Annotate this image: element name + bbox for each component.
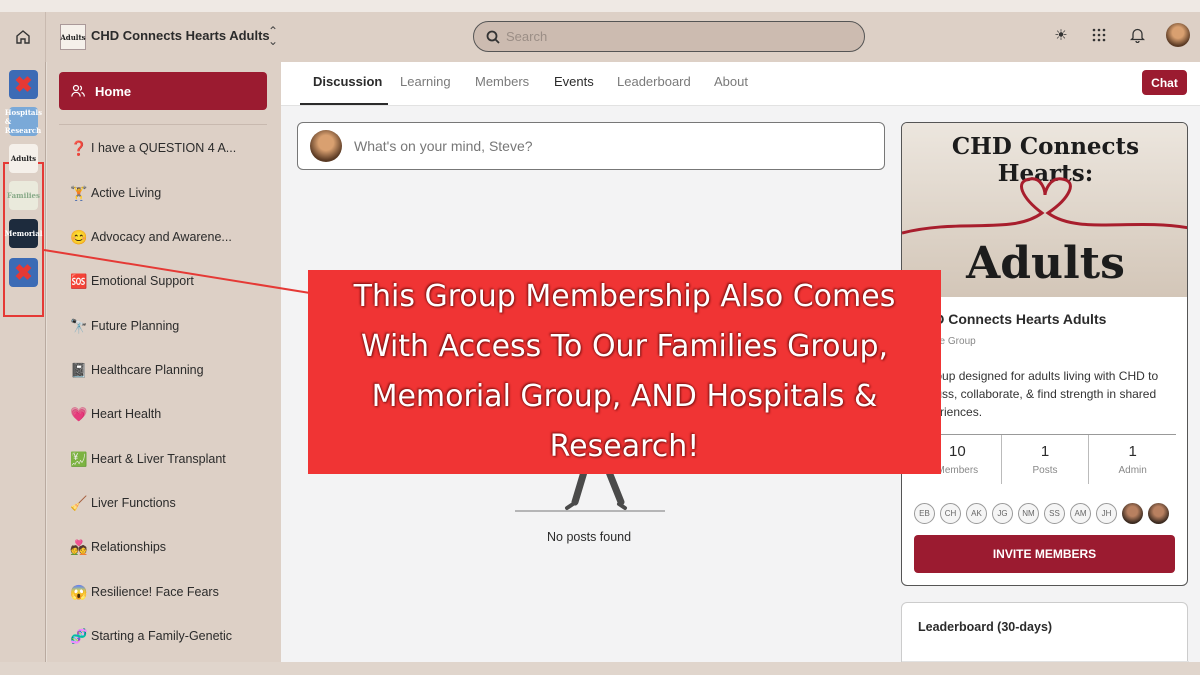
member-avatar[interactable]: JH — [1096, 503, 1117, 524]
sidebar-item-label: Healthcare Planning — [91, 363, 204, 377]
composer-placeholder: What's on your mind, Steve? — [354, 138, 533, 154]
group-stats: 10 Members 1 Posts 1 Admin — [914, 434, 1176, 484]
notebook-icon: 📓 — [70, 361, 88, 378]
rail-group-families[interactable]: Families — [7, 181, 40, 210]
sidebar-item-active-living[interactable]: 🏋 Active Living — [69, 183, 161, 203]
home-icon[interactable] — [0, 12, 46, 62]
stat-admin[interactable]: 1 Admin — [1089, 435, 1176, 484]
channel-sidebar: Home ❓ I have a QUESTION 4 A... 🏋 Active L… — [47, 62, 281, 662]
sidebar-item-relationships[interactable]: 💑 Relationships — [69, 537, 166, 557]
group-name[interactable]: CHD Connects Hearts Adults — [91, 28, 270, 43]
chat-button[interactable]: Chat — [1142, 70, 1187, 95]
avatar — [310, 130, 342, 162]
sidebar-item-advocacy[interactable]: 😊 Advocacy and Awarene... — [69, 227, 232, 247]
sidebar-item-starting-family[interactable]: 🧬 Starting a Family-Genetic — [69, 626, 232, 646]
close-x-icon[interactable]: ✖ — [9, 70, 38, 99]
smile-icon: 😊 — [70, 228, 88, 245]
promo-text: This Group Membership Also Comes With Ac… — [353, 279, 896, 464]
tab-learning[interactable]: Learning — [400, 74, 451, 89]
broom-icon: 🧹 — [70, 494, 88, 511]
group-rail: ✖ Hospitals & Research Adults Families M… — [0, 62, 46, 662]
telescope-icon: 🔭 — [70, 317, 88, 334]
couple-icon: 💑 — [70, 538, 88, 555]
member-avatar[interactable]: CH — [940, 503, 961, 524]
sidebar-item-label: Heart & Liver Transplant — [91, 452, 226, 466]
rail-group-hospitals[interactable]: Hospitals & Research — [5, 107, 42, 136]
sidebar-item-resilience[interactable]: 😱 Resilience! Face Fears — [69, 582, 219, 602]
weightlifter-icon: 🏋 — [70, 184, 88, 201]
tab-about[interactable]: About — [714, 74, 748, 89]
sidebar-item-future-planning[interactable]: 🔭 Future Planning — [69, 316, 179, 336]
group-title: CHD Connects Hearts Adults — [914, 311, 1107, 327]
member-avatar[interactable]: AK — [966, 503, 987, 524]
sidebar-item-healthcare-planning[interactable]: 📓 Healthcare Planning — [69, 360, 204, 380]
sidebar-item-label: Advocacy and Awarene... — [91, 230, 232, 244]
close-x-icon[interactable]: ✖ — [9, 258, 38, 287]
sidebar-item-label: Starting a Family-Genetic — [91, 629, 233, 643]
tab-members[interactable]: Members — [475, 74, 529, 89]
promo-banner: This Group Membership Also Comes With Ac… — [308, 270, 941, 474]
heart-icon: 💗 — [70, 405, 88, 422]
active-tab-indicator — [300, 103, 388, 105]
banner-subtitle: Adults — [966, 238, 1125, 289]
dna-icon: 🧬 — [70, 627, 88, 644]
sidebar-item-label: Active Living — [91, 186, 162, 200]
group-info-card: CHD Connects Hearts: Adults CHD Connects… — [901, 122, 1188, 586]
sidebar-item-question[interactable]: ❓ I have a QUESTION 4 A... — [69, 138, 236, 158]
sun-icon[interactable]: ☀ — [1052, 26, 1070, 44]
search-icon — [486, 30, 500, 44]
chevron-updown-icon[interactable]: ⌃ ⌄ — [268, 25, 278, 47]
bottom-strip — [0, 662, 1200, 675]
member-avatar[interactable]: NM — [1018, 503, 1039, 524]
empty-feed-text: No posts found — [547, 530, 632, 544]
people-icon — [71, 84, 85, 97]
member-avatars: EB CH AK JG NM SS AM JH — [914, 503, 1169, 524]
stat-posts[interactable]: 1 Posts — [1002, 435, 1090, 484]
member-avatar[interactable]: SS — [1044, 503, 1065, 524]
rail-group-adults[interactable]: Adults — [9, 144, 38, 173]
member-avatar[interactable]: EB — [914, 503, 935, 524]
sidebar-item-liver-functions[interactable]: 🧹 Liver Functions — [69, 493, 176, 513]
user-avatar[interactable] — [1166, 23, 1190, 47]
member-avatar[interactable]: JG — [992, 503, 1013, 524]
tab-events[interactable]: Events — [554, 74, 594, 89]
tab-bar: Discussion Learning Members Events Leade… — [281, 62, 1200, 106]
sidebar-item-label: Future Planning — [91, 319, 180, 333]
group-banner: CHD Connects Hearts: Adults — [902, 123, 1187, 297]
sidebar-item-heart-health[interactable]: 💗 Heart Health — [69, 404, 161, 424]
member-avatar-photo[interactable] — [1148, 503, 1169, 524]
search-input[interactable] — [506, 29, 846, 44]
member-avatar[interactable]: AM — [1070, 503, 1091, 524]
sidebar-item-label: I have a QUESTION 4 A... — [91, 141, 237, 155]
sidebar-item-label: Resilience! Face Fears — [91, 585, 219, 599]
leaderboard-title: Leaderboard (30-days) — [918, 620, 1053, 634]
scream-icon: 😱 — [70, 583, 88, 600]
question-icon: ❓ — [70, 139, 88, 156]
post-composer[interactable]: What's on your mind, Steve? — [297, 122, 885, 170]
sos-icon: 🆘 — [70, 272, 88, 289]
search-bar[interactable] — [473, 21, 865, 52]
heart-ribbon-icon — [902, 177, 1187, 235]
tab-discussion[interactable]: Discussion — [313, 74, 382, 89]
sidebar-item-emotional-support[interactable]: 🆘 Emotional Support — [69, 271, 194, 291]
sidebar-item-label: Liver Functions — [91, 496, 176, 510]
invite-members-button[interactable]: INVITE MEMBERS — [914, 535, 1175, 573]
group-description: A group designed for adults living with … — [914, 369, 1159, 419]
home-label: Home — [95, 83, 132, 99]
home-button[interactable]: Home — [59, 72, 267, 110]
sidebar-divider — [59, 124, 267, 125]
chart-icon: 💹 — [70, 450, 88, 467]
apps-grid-icon[interactable] — [1090, 26, 1108, 44]
sidebar-item-transplant[interactable]: 💹 Heart & Liver Transplant — [69, 449, 226, 469]
sidebar-item-label: Emotional Support — [91, 274, 194, 288]
top-bar: Adults CHD Connects Hearts Adults ⌃⌄ ☀ — [0, 0, 1200, 62]
group-logo[interactable]: Adults — [60, 24, 86, 50]
sidebar-item-label: Heart Health — [91, 407, 162, 421]
bell-icon[interactable] — [1128, 26, 1146, 44]
rail-group-memorial[interactable]: Memorial — [5, 219, 42, 248]
member-avatar-photo[interactable] — [1122, 503, 1143, 524]
sidebar-item-label: Relationships — [91, 540, 167, 554]
tab-leaderboard[interactable]: Leaderboard — [617, 74, 691, 89]
